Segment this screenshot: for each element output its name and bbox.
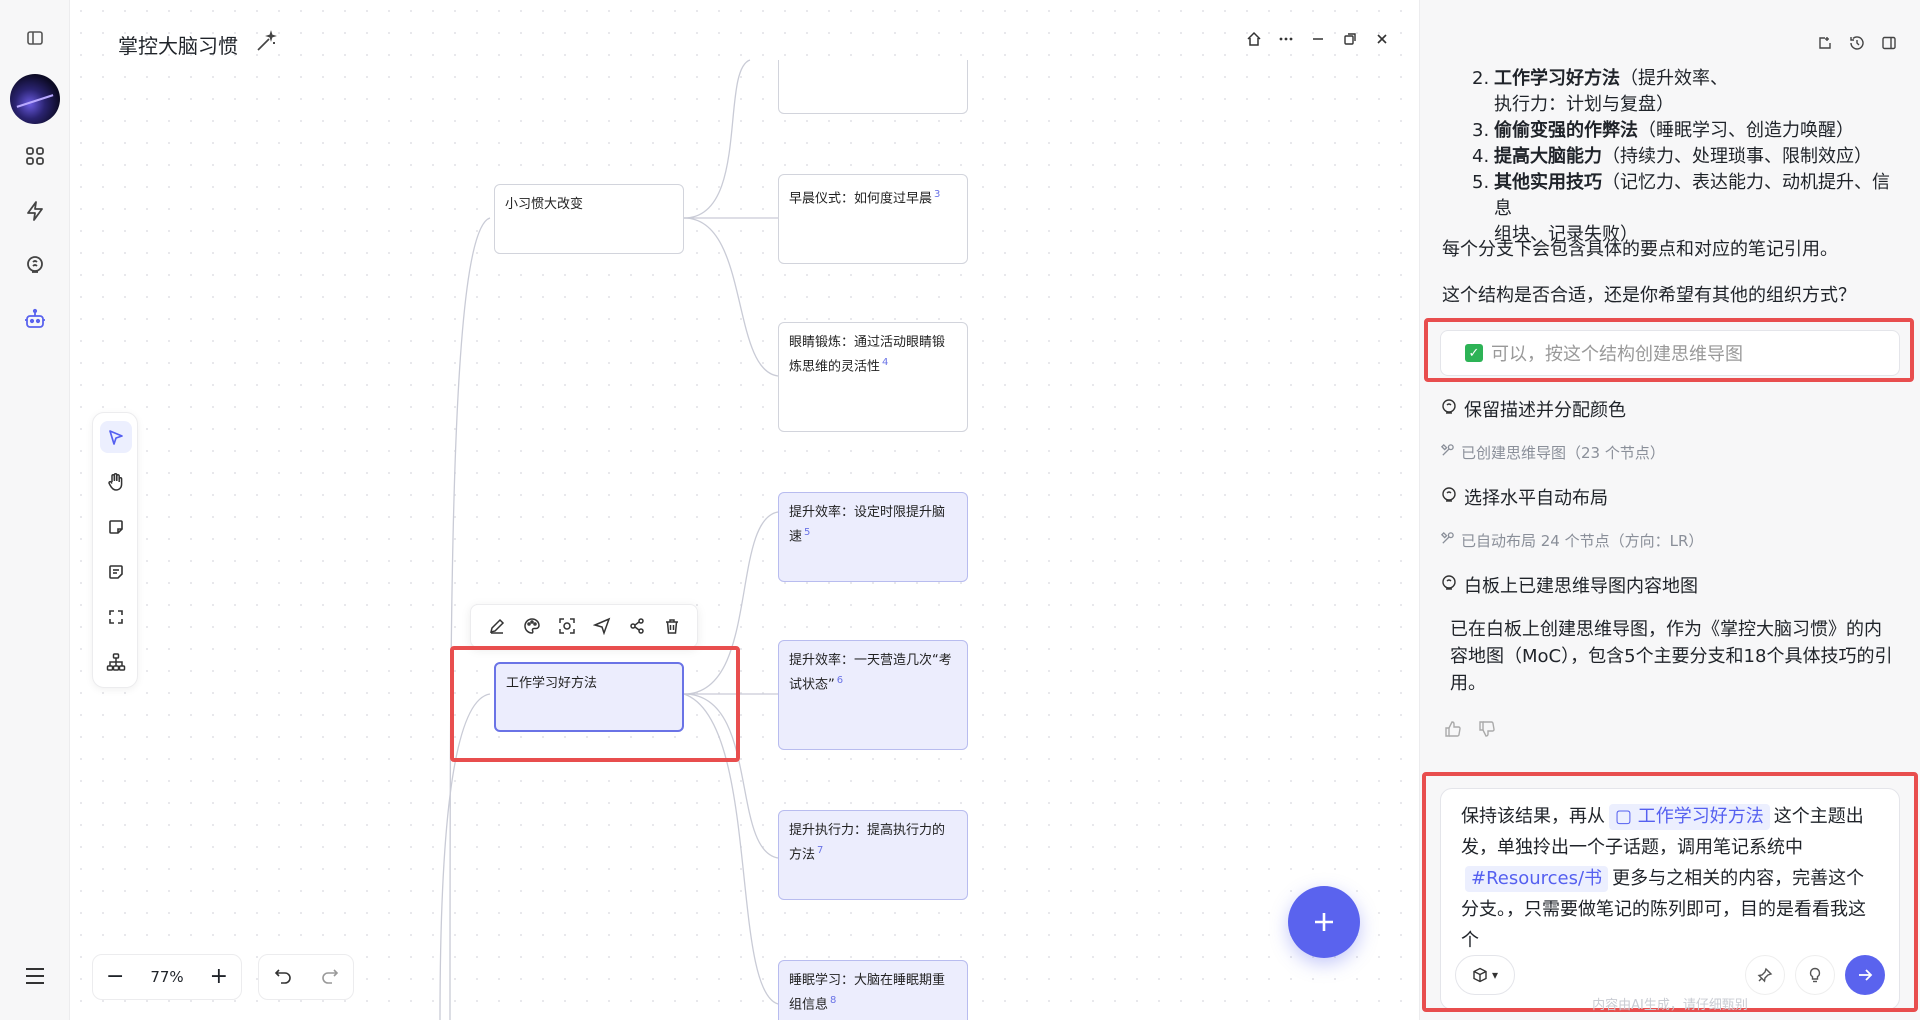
new-chat-icon[interactable] [1816, 34, 1834, 52]
step-status: 已创建思维导图（23 个节点） [1440, 442, 1665, 463]
apps-grid-icon[interactable] [15, 136, 55, 176]
tool-palette [92, 412, 138, 688]
mindmap-node-small-habits[interactable]: 小习惯大改变 [494, 184, 684, 254]
step-item: 选择水平自动布局 [1440, 484, 1608, 510]
quick-reply-button[interactable]: ✓ 可以，按这个结构创建思维导图 [1440, 330, 1900, 376]
edit-icon[interactable] [486, 615, 508, 637]
send-button[interactable] [1845, 955, 1885, 995]
add-fab-button[interactable] [1288, 886, 1360, 958]
robot-icon[interactable] [15, 300, 55, 340]
brain-icon [1440, 398, 1458, 421]
cube-icon [1473, 967, 1487, 983]
brain-icon[interactable] [15, 245, 55, 285]
zoom-control: − 77% + [92, 954, 242, 1000]
composer-actions [1745, 955, 1885, 995]
mindmap-node-efficiency-1[interactable]: 提升效率：设定时限提升脑速 5 [778, 492, 968, 582]
mindmap-connectors [439, 59, 779, 1020]
assistant-note: 每个分支下会包含具体的要点和对应的笔记引用。 [1442, 239, 1838, 260]
whiteboard-canvas[interactable]: 掌控大脑习惯 小习惯大改变 早晨仪式：如何度过早晨 3 眼睛锻炼：通过活动眼睛锻… [70, 0, 1419, 1020]
history-control [258, 954, 354, 1000]
send-icon[interactable] [591, 615, 613, 637]
mindmap-tool-icon[interactable] [100, 646, 132, 678]
assistant-result: 已在白板上创建思维导图，作为《掌控大脑习惯》的内容地图（MoC），包含5个主要分… [1450, 619, 1893, 694]
list-item: 3. 偷偷变强的作弊法（睡眠学习、创造力唤醒） [1472, 120, 1854, 141]
brain-icon [1440, 574, 1458, 597]
list-item: 4. 提高大脑能力（持续力、处理琐事、限制效应） [1472, 146, 1872, 167]
redo-icon[interactable] [320, 965, 340, 989]
focus-icon[interactable] [556, 615, 578, 637]
tag-chip[interactable]: #Resources/书 [1465, 866, 1609, 892]
share-icon[interactable] [626, 615, 648, 637]
lightning-icon[interactable] [15, 191, 55, 231]
branch-list: 2. 工作学习好方法（提升效率、 执行力：计划与复盘） 3. 偷偷变强的作弊法（… [1472, 66, 1900, 248]
mindmap-node-efficiency-2[interactable]: 提升效率：一天营造几次“考试状态” 6 [778, 640, 968, 750]
list-item-continuation: 执行力：计划与复盘） [1494, 94, 1674, 115]
node-context-toolbar [470, 604, 698, 648]
pin-icon[interactable] [1745, 955, 1785, 995]
mindmap-node-execution[interactable]: 提升执行力：提高执行力的方法 7 [778, 810, 968, 900]
list-item: 2. 工作学习好方法（提升效率、 [1472, 68, 1728, 89]
chat-composer[interactable]: 保持该结果，再从 ▢ 工作学习好方法 这个主题出发，单独拎出一个子话题，调用笔记系统… [1440, 788, 1900, 1010]
mindmap-node-work-study[interactable]: 工作学习好方法 [494, 662, 684, 732]
mindmap-node-morning[interactable]: 早晨仪式：如何度过早晨 3 [778, 174, 968, 264]
ai-disclaimer: 内容由AI生成，请仔细甄别 [1592, 998, 1748, 1013]
frame-tool-icon[interactable] [100, 601, 132, 633]
chevron-down-icon: ▾ [1491, 968, 1499, 982]
feedback-buttons [1444, 720, 1496, 742]
note-card-tool-icon[interactable] [100, 556, 132, 588]
app-window: 掌控大脑习惯 小习惯大改变 早晨仪式：如何度过早晨 3 眼睛锻炼：通过活动眼睛锻… [0, 0, 1920, 1020]
undo-icon[interactable] [273, 965, 293, 989]
left-rail [0, 0, 70, 1020]
palette-icon[interactable] [521, 615, 543, 637]
tools-icon [1440, 443, 1455, 462]
brain-icon [1440, 486, 1458, 509]
thumbs-up-icon[interactable] [1444, 720, 1462, 742]
hand-tool-icon[interactable] [100, 466, 132, 498]
model-selector[interactable]: ▾ [1455, 955, 1515, 995]
list-item: 5. 其他实用技巧（记忆力、表达能力、动机提升、信息 [1472, 172, 1890, 219]
menu-icon[interactable] [15, 956, 55, 996]
zoom-level[interactable]: 77% [150, 968, 183, 986]
avatar[interactable] [10, 74, 60, 124]
topic-chip[interactable]: ▢ 工作学习好方法 [1609, 804, 1770, 830]
step-status: 已自动布局 24 个节点（方向：LR） [1440, 530, 1703, 551]
ai-chat-panel: 2. 工作学习好方法（提升效率、 执行力：计划与复盘） 3. 偷偷变强的作弊法（… [1419, 0, 1920, 1020]
zoom-in-icon[interactable]: + [210, 966, 228, 988]
thumbs-down-icon[interactable] [1478, 720, 1496, 742]
composer-input[interactable]: 保持该结果，再从 ▢ 工作学习好方法 这个主题出发，单独拎出一个子话题，调用笔记系统… [1461, 801, 1879, 956]
panel-header-icons [1816, 34, 1898, 52]
step-item: 白板上已建思维导图内容地图 [1440, 572, 1698, 598]
sticky-note-tool-icon[interactable] [100, 511, 132, 543]
mindmap-node-sleep-learning[interactable]: 睡眠学习：大脑在睡眠期重组信息 8 [778, 960, 968, 1020]
mindmap-node-eye-exercise[interactable]: 眼睛锻炼：通过活动眼睛锻炼思维的灵活性 4 [778, 322, 968, 432]
select-tool-icon[interactable] [100, 421, 132, 453]
panel-layout-icon[interactable] [1880, 34, 1898, 52]
mindmap-node[interactable] [778, 60, 968, 114]
composer-toolbar: ▾ [1455, 953, 1885, 997]
checkmark-icon: ✓ [1465, 344, 1483, 362]
zoom-out-icon[interactable]: − [106, 966, 124, 988]
lightbulb-icon[interactable] [1795, 955, 1835, 995]
sidebar-toggle-icon[interactable] [15, 18, 55, 58]
tools-icon [1440, 531, 1455, 550]
assistant-question: 这个结构是否合适，还是你希望有其他的组织方式？ [1442, 285, 1856, 306]
step-item: 保留描述并分配颜色 [1440, 396, 1626, 422]
history-icon[interactable] [1848, 34, 1866, 52]
delete-icon[interactable] [661, 615, 683, 637]
